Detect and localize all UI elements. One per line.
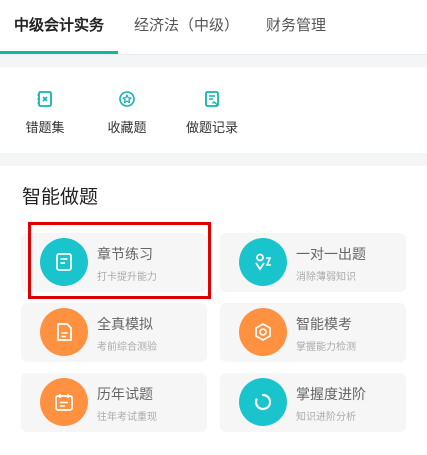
- wrong-book-icon: [37, 91, 52, 107]
- card-subtitle: 考前综合测验: [97, 342, 157, 353]
- one-on-one-card[interactable]: 一对一出题 消除薄弱知识: [220, 233, 406, 292]
- smart-mock-icon: [239, 308, 287, 356]
- card-title: 掌握度进阶: [296, 387, 366, 403]
- wrong-questions-button[interactable]: 错题集: [0, 67, 90, 136]
- card-title: 历年试题: [97, 387, 153, 403]
- card-title: 全真模拟: [97, 317, 153, 333]
- tab-economic-law[interactable]: 经济法（中级）: [134, 14, 239, 35]
- favorites-label: 收藏题: [107, 121, 147, 136]
- star-icon: [119, 91, 135, 107]
- mastery-card[interactable]: 掌握度进阶 知识进阶分析: [220, 373, 406, 432]
- past-exams-icon: [40, 378, 88, 426]
- favorites-button[interactable]: 收藏题: [82, 67, 172, 136]
- card-subtitle: 往年考试重现: [97, 412, 157, 423]
- practice-history-label: 做题记录: [185, 121, 238, 136]
- past-exams-card[interactable]: 历年试题 往年考试重现: [21, 373, 207, 432]
- card-subtitle: 消除薄弱知识: [296, 272, 356, 283]
- tab-intermediate-accounting[interactable]: 中级会计实务: [14, 14, 104, 35]
- one-on-one-icon: [239, 238, 287, 286]
- mock-exam-card[interactable]: 全真模拟 考前综合测验: [21, 303, 207, 362]
- card-subtitle: 掌握能力检测: [296, 342, 356, 353]
- practice-history-button[interactable]: 做题记录: [167, 67, 257, 136]
- active-tab-indicator: [0, 51, 118, 54]
- quick-tools-panel: 错题集 收藏题 做题记录: [0, 67, 427, 153]
- tab-financial-management[interactable]: 财务管理: [266, 14, 326, 35]
- card-title: 一对一出题: [296, 247, 366, 263]
- section-title: 智能做题: [22, 186, 99, 208]
- card-title: 智能模考: [296, 317, 352, 333]
- mock-exam-icon: [40, 308, 88, 356]
- highlight-box: [28, 222, 211, 299]
- mastery-progress-icon: [239, 378, 287, 426]
- smart-mock-card[interactable]: 智能模考 掌握能力检测: [220, 303, 406, 362]
- history-record-icon: [205, 91, 219, 107]
- wrong-questions-label: 错题集: [25, 121, 65, 136]
- subject-tab-bar: 中级会计实务 经济法（中级） 财务管理: [0, 0, 427, 55]
- card-subtitle: 知识进阶分析: [296, 412, 356, 423]
